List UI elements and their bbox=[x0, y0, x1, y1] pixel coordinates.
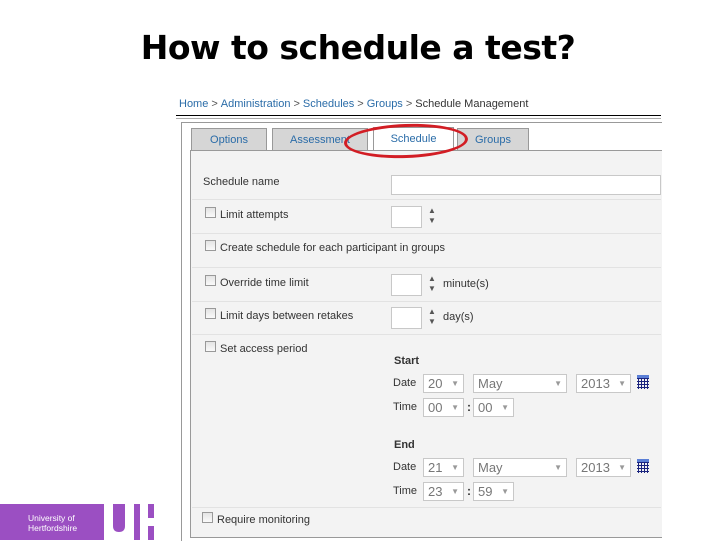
row-divider bbox=[192, 507, 661, 508]
override-time-checkbox[interactable] bbox=[205, 275, 216, 286]
caret-down-icon: ▼ bbox=[451, 463, 459, 472]
access-period-checkbox[interactable] bbox=[205, 341, 216, 352]
end-year-select[interactable]: 2013 ▼ bbox=[576, 458, 631, 477]
end-day-value: 21 bbox=[428, 460, 443, 475]
limit-days-checkbox[interactable] bbox=[205, 308, 216, 319]
start-minute-select[interactable]: 00 ▼ bbox=[473, 398, 514, 417]
panel-top-divider bbox=[176, 118, 661, 119]
caret-down-icon: ▼ bbox=[451, 379, 459, 388]
calendar-icon[interactable] bbox=[636, 375, 650, 389]
logo-text: University of Hertfordshire bbox=[28, 513, 77, 533]
start-year-select[interactable]: 2013 ▼ bbox=[576, 374, 631, 393]
start-hour-value: 00 bbox=[428, 400, 443, 415]
tab-options[interactable]: Options bbox=[191, 128, 267, 150]
end-month-select[interactable]: May ▼ bbox=[473, 458, 567, 477]
row-divider bbox=[192, 233, 661, 234]
end-hour-select[interactable]: 23 ▼ bbox=[423, 482, 464, 501]
override-time-input[interactable] bbox=[391, 274, 422, 296]
limit-attempts-input[interactable] bbox=[391, 206, 422, 228]
minutes-unit: minute(s) bbox=[443, 278, 489, 290]
require-monitoring-label: Require monitoring bbox=[217, 514, 310, 526]
spin-up-icon[interactable]: ▲ bbox=[426, 274, 438, 284]
start-day-select[interactable]: 20 ▼ bbox=[423, 374, 464, 393]
caret-down-icon: ▼ bbox=[618, 379, 626, 388]
limit-days-input[interactable] bbox=[391, 307, 422, 329]
limit-attempts-spinner[interactable]: ▲ ▼ bbox=[426, 206, 438, 228]
breadcrumb-separator: > bbox=[211, 98, 218, 110]
end-year-value: 2013 bbox=[581, 460, 610, 475]
spin-down-icon[interactable]: ▼ bbox=[426, 284, 438, 294]
limit-attempts-label: Limit attempts bbox=[220, 209, 289, 221]
row-divider bbox=[192, 301, 661, 302]
breadcrumb-separator: > bbox=[357, 98, 364, 110]
logo-line-1: University of bbox=[28, 513, 75, 523]
end-time-label: Time bbox=[393, 485, 418, 497]
time-separator: : bbox=[467, 400, 471, 414]
caret-down-icon: ▼ bbox=[451, 403, 459, 412]
start-year-value: 2013 bbox=[581, 376, 610, 391]
calendar-icon[interactable] bbox=[636, 459, 650, 473]
spin-up-icon[interactable]: ▲ bbox=[426, 206, 438, 216]
logo-line-2: Hertfordshire bbox=[28, 523, 78, 533]
end-minute-select[interactable]: 59 ▼ bbox=[473, 482, 514, 501]
start-hour-select[interactable]: 00 ▼ bbox=[423, 398, 464, 417]
end-minute-value: 59 bbox=[478, 484, 493, 499]
start-date-label: Date bbox=[393, 377, 417, 389]
caret-down-icon: ▼ bbox=[618, 463, 626, 472]
breadcrumb-home[interactable]: Home bbox=[179, 98, 208, 110]
days-unit: day(s) bbox=[443, 311, 474, 323]
start-heading: Start bbox=[394, 355, 420, 367]
breadcrumb-separator: > bbox=[293, 98, 300, 110]
breadcrumb-administration[interactable]: Administration bbox=[221, 98, 291, 110]
start-minute-value: 00 bbox=[478, 400, 493, 415]
override-time-label: Override time limit bbox=[220, 277, 309, 289]
access-period-label: Set access period bbox=[220, 343, 308, 355]
breadcrumb-groups[interactable]: Groups bbox=[367, 98, 403, 110]
breadcrumb-separator: > bbox=[405, 98, 413, 110]
schedule-name-label: Schedule name bbox=[203, 176, 280, 188]
breadcrumb: Home > Administration > Schedules > Groups > Sch… bbox=[179, 98, 528, 110]
caret-down-icon: ▼ bbox=[451, 487, 459, 496]
end-date-label: Date bbox=[393, 461, 417, 473]
create-for-each-label: Create schedule for each participant in … bbox=[220, 242, 446, 254]
breadcrumb-divider bbox=[176, 115, 661, 116]
spin-up-icon[interactable]: ▲ bbox=[426, 307, 438, 317]
end-hour-value: 23 bbox=[428, 484, 443, 499]
spin-down-icon[interactable]: ▼ bbox=[426, 317, 438, 327]
university-logo: University of Hertfordshire bbox=[0, 504, 162, 540]
start-month-select[interactable]: May ▼ bbox=[473, 374, 567, 393]
spin-down-icon[interactable]: ▼ bbox=[426, 216, 438, 226]
end-heading: End bbox=[394, 439, 415, 451]
row-divider bbox=[192, 334, 661, 335]
end-month-value: May bbox=[478, 460, 503, 475]
start-time-label: Time bbox=[393, 401, 418, 413]
caret-down-icon: ▼ bbox=[554, 379, 562, 388]
schedule-name-input[interactable] bbox=[391, 175, 661, 195]
row-divider bbox=[192, 267, 661, 268]
start-day-value: 20 bbox=[428, 376, 443, 391]
limit-days-spinner[interactable]: ▲ ▼ bbox=[426, 307, 438, 329]
breadcrumb-current: Schedule Management bbox=[415, 98, 529, 110]
require-monitoring-checkbox[interactable] bbox=[202, 512, 213, 523]
create-for-each-checkbox[interactable] bbox=[205, 240, 216, 251]
breadcrumb-schedules[interactable]: Schedules bbox=[303, 98, 354, 110]
caret-down-icon: ▼ bbox=[554, 463, 562, 472]
limit-days-label: Limit days between retakes bbox=[220, 310, 354, 322]
end-day-select[interactable]: 21 ▼ bbox=[423, 458, 464, 477]
caret-down-icon: ▼ bbox=[501, 403, 509, 412]
time-separator: : bbox=[467, 484, 471, 498]
start-month-value: May bbox=[478, 376, 503, 391]
caret-down-icon: ▼ bbox=[501, 487, 509, 496]
slide-title: How to schedule a test? bbox=[140, 28, 576, 67]
row-divider bbox=[192, 199, 661, 200]
override-time-spinner[interactable]: ▲ ▼ bbox=[426, 274, 438, 296]
limit-attempts-checkbox[interactable] bbox=[205, 207, 216, 218]
uh-mark-icon bbox=[100, 504, 162, 540]
